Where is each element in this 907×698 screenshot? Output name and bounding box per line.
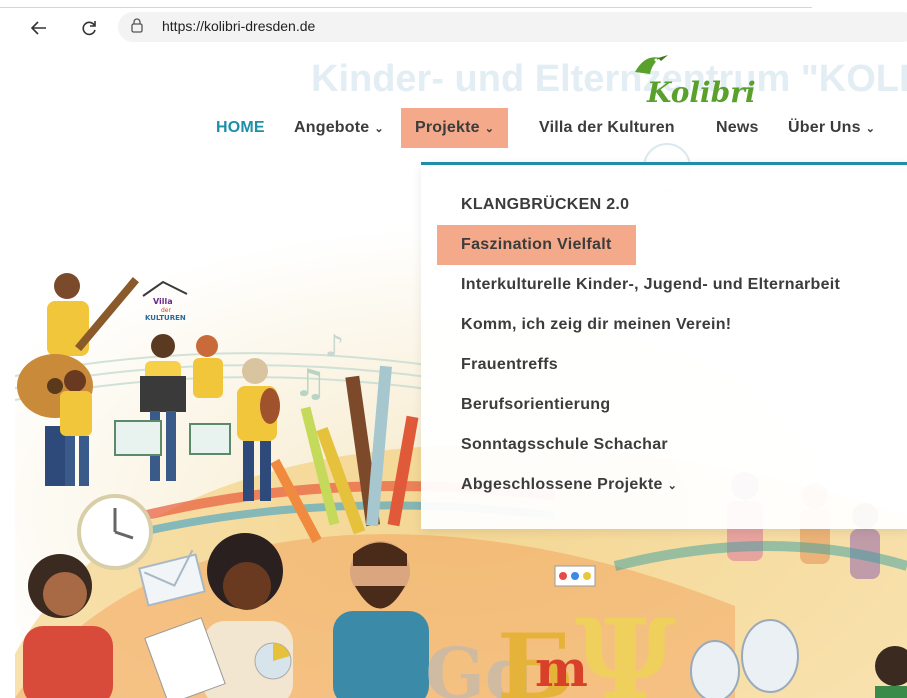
villa-logo-line3: KULTUREN [145,314,186,322]
lock-icon [131,18,143,33]
site-title-faded: Kinder- und Elternzentrum "KOLIBRI [311,58,907,100]
dropdown-item-abgeschlossene-projekte[interactable]: Abgeschlossene Projekte ⌄ [461,465,677,505]
nav-angebote-label: Angebote [294,119,370,136]
nav-home[interactable]: HOME [216,108,265,148]
nav-projekte[interactable]: Projekte ⌄ [401,108,509,148]
svg-text:Ψ: Ψ [575,595,675,698]
dropdown-item-interkulturelle-arbeit[interactable]: Interkulturelle Kinder-, Jugend- und Elt… [461,265,840,305]
nav-news[interactable]: News [716,108,759,148]
reload-button[interactable] [75,14,103,42]
back-button[interactable] [25,14,53,42]
chevron-down-icon: ⌄ [484,122,495,135]
svg-text:♪: ♪ [325,329,344,364]
browser-toolbar: https://kolibri-dresden.de [0,0,907,52]
nav-news-label: News [716,119,759,136]
dropdown-item-berufsorientierung[interactable]: Berufsorientierung [461,385,610,425]
dropdown-item-frauentreffs[interactable]: Frauentreffs [461,345,558,385]
chevron-down-icon: ⌄ [374,122,384,135]
divider [0,7,812,8]
kolibri-logo[interactable]: Kolibri [647,76,756,109]
villa-logo-line1: Villa [153,297,173,306]
web-page: ♫ ♪ Villa der KULTUREN Gg Б Ψ m Kinder- … [15,46,907,698]
dropdown-item-sonntagsschule[interactable]: Sonntagsschule Schachar [461,425,668,465]
arrow-left-icon [30,21,46,35]
nav-villa-der-kulturen[interactable]: Villa der Kulturen [539,108,675,148]
dropdown-item-komm-ich-zeig-dir[interactable]: Komm, ich zeig dir meinen Verein! [461,305,731,345]
chevron-down-icon: ⌄ [865,122,876,135]
reload-icon [82,21,96,36]
nav-home-label: HOME [216,119,265,136]
nav-ueber-uns[interactable]: Über Uns ⌄ [788,108,875,148]
dropdown-item-abgeschlossene-label: Abgeschlossene Projekte [461,476,663,493]
nav-ueber-uns-label: Über Uns [788,119,861,136]
nav-angebote[interactable]: Angebote ⌄ [294,108,384,148]
dropdown-item-klangbruecken[interactable]: KLANGBRÜCKEN 2.0 [461,185,629,225]
svg-text:♫: ♫ [293,361,327,405]
projekte-dropdown-menu: KLANGBRÜCKEN 2.0 Faszination Vielfalt In… [421,162,907,529]
svg-text:m: m [535,639,588,698]
url-text[interactable]: https://kolibri-dresden.de [162,18,315,34]
villa-logo-line2: der [161,307,172,314]
nav-projekte-label: Projekte [415,119,480,136]
dropdown-item-faszination-vielfalt[interactable]: Faszination Vielfalt [437,225,636,265]
nav-villa-label: Villa der Kulturen [539,119,675,136]
chevron-down-icon: ⌄ [667,479,678,492]
